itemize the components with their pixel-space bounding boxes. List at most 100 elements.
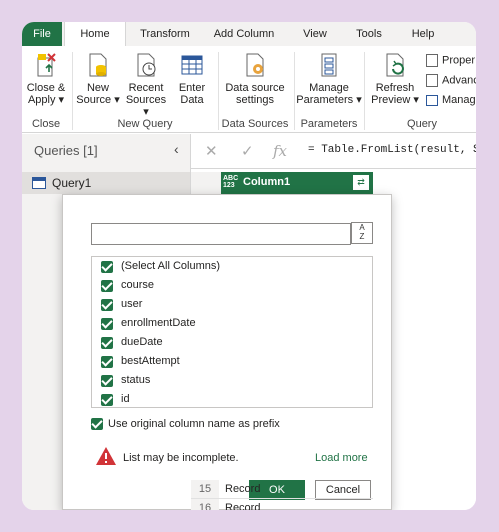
query-item-label: Query1 <box>52 176 92 190</box>
properties-label: Proper <box>442 54 476 67</box>
warning-icon <box>96 447 116 465</box>
parameters-icon <box>321 53 337 77</box>
tab-add-column[interactable]: Add Column <box>204 22 284 46</box>
checkbox[interactable] <box>101 261 113 273</box>
group-label-new-query: New Query <box>117 118 173 130</box>
close-apply-button[interactable]: Close & Apply ▾ <box>24 52 68 106</box>
properties-button[interactable]: Proper <box>426 54 475 67</box>
checkbox[interactable] <box>101 375 113 387</box>
manage-button[interactable]: Manag <box>426 94 476 106</box>
column-search-input[interactable] <box>91 223 351 245</box>
enter-data-button[interactable]: Enter Data <box>172 52 212 106</box>
table-icon <box>32 177 46 189</box>
table-row: 15 Record <box>191 480 373 499</box>
row-number: 16 <box>191 499 219 510</box>
table-menu-icon[interactable] <box>191 172 221 194</box>
record-link[interactable]: Record <box>225 502 260 510</box>
refresh-icon <box>386 53 404 77</box>
close-apply-label-1: Close & <box>26 82 66 94</box>
commit-formula-button[interactable]: ✓ <box>241 142 254 160</box>
column-type-icon[interactable]: ABC 123 <box>223 175 238 189</box>
manage-parameters-button[interactable]: Manage Parameters ▾ <box>296 52 362 106</box>
recent-sources-label-2: Sources ▾ <box>125 94 167 118</box>
manage-icon <box>426 94 438 106</box>
queries-header: Queries [1] <box>34 143 98 158</box>
prefix-label: Use original column name as prefix <box>108 418 280 430</box>
checkbox[interactable] <box>101 356 113 368</box>
data-source-settings-icon <box>246 53 264 77</box>
new-source-button[interactable]: New Source ▾ <box>76 52 120 106</box>
sort-az-icon[interactable]: A Z <box>351 222 373 244</box>
checkbox[interactable] <box>101 337 113 349</box>
warning-text: List may be incomplete. <box>123 452 239 464</box>
column-option-label: (Select All Columns) <box>121 260 221 272</box>
tab-view[interactable]: View <box>290 22 340 46</box>
column-header[interactable]: ABC 123 Column1 ⇄ <box>191 172 373 194</box>
group-divider <box>294 52 295 130</box>
group-label-data-sources: Data Sources <box>221 118 289 130</box>
properties-icon <box>426 54 438 67</box>
expand-column-icon[interactable]: ⇄ <box>353 175 369 190</box>
load-more-link[interactable]: Load more <box>315 452 368 464</box>
fx-icon[interactable]: fx <box>273 142 287 160</box>
column-list: (Select All Columns) course user enrollm… <box>91 256 373 408</box>
tab-tools[interactable]: Tools <box>344 22 394 46</box>
data-source-settings-label-1: Data source <box>225 82 285 94</box>
checkbox[interactable] <box>101 394 113 406</box>
data-source-settings-button[interactable]: Data source settings <box>220 52 290 106</box>
tab-file[interactable]: File <box>22 22 62 46</box>
manage-label: Manag <box>442 94 476 106</box>
row-number: 15 <box>191 480 219 498</box>
group-divider <box>364 52 365 130</box>
column-option-label: user <box>121 298 143 310</box>
column-option-label: status <box>121 374 151 386</box>
tab-help[interactable]: Help <box>398 22 448 46</box>
enter-data-label-1: Enter <box>178 82 206 94</box>
refresh-preview-label-2: Preview ▾ <box>371 94 419 106</box>
formula-bar: ✕ ✓ fx = Table.FromList(result, Sp <box>191 134 476 169</box>
group-label-parameters: Parameters <box>300 118 358 130</box>
cancel-formula-button[interactable]: ✕ <box>205 142 218 160</box>
expand-column-dialog: A Z (Select All Columns) course user enr… <box>62 194 392 510</box>
manage-parameters-label-2: Parameters ▾ <box>296 94 362 106</box>
column-option-label: dueDate <box>121 336 163 348</box>
checkbox[interactable] <box>101 318 113 330</box>
tab-transform[interactable]: Transform <box>130 22 200 46</box>
recent-sources-icon <box>137 53 156 77</box>
ribbon: Close & Apply ▾ New Source ▾ Recent Sour… <box>22 46 476 133</box>
recent-sources-label-1: Recent <box>128 82 164 94</box>
record-link[interactable]: Record <box>225 483 260 495</box>
checkbox[interactable] <box>101 280 113 292</box>
new-source-label-2: Source ▾ <box>76 94 120 106</box>
manage-parameters-label-1: Manage <box>309 82 349 94</box>
collapse-pane-button[interactable]: ‹ <box>174 141 179 157</box>
column-option-label: course <box>121 279 155 291</box>
advanced-editor-button[interactable]: Advanc <box>426 74 476 87</box>
close-apply-icon <box>37 53 56 77</box>
column-option-label: id <box>121 393 130 405</box>
column-name: Column1 <box>243 176 291 188</box>
column-option-label: enrollmentDate <box>121 317 196 329</box>
group-label-close: Close <box>31 118 61 130</box>
recent-sources-button[interactable]: Recent Sources ▾ <box>122 52 170 118</box>
group-divider <box>218 52 219 130</box>
checkbox[interactable] <box>101 299 113 311</box>
table-icon <box>181 55 203 75</box>
enter-data-label-2: Data <box>180 94 204 106</box>
column-option-label: bestAttempt <box>121 355 180 367</box>
data-source-settings-label-2: settings <box>236 94 274 106</box>
new-source-icon <box>89 53 107 77</box>
power-query-window: File Home Transform Add Column View Tool… <box>22 22 476 510</box>
query-item[interactable]: Query1 <box>22 172 190 194</box>
group-label-query: Query <box>407 118 437 130</box>
new-source-label-1: New <box>86 82 109 94</box>
table-row: 16 Record <box>191 499 373 510</box>
formula-input[interactable]: = Table.FromList(result, Sp <box>308 144 476 156</box>
tab-home[interactable]: Home <box>64 22 126 46</box>
refresh-preview-label-1: Refresh <box>375 82 415 94</box>
ribbon-tabs: File Home Transform Add Column View Tool… <box>22 22 476 46</box>
prefix-checkbox[interactable] <box>91 418 103 430</box>
refresh-preview-button[interactable]: Refresh Preview ▾ <box>368 52 422 106</box>
advanced-editor-label: Advanc <box>442 74 476 87</box>
close-apply-label-2: Apply ▾ <box>27 94 65 106</box>
